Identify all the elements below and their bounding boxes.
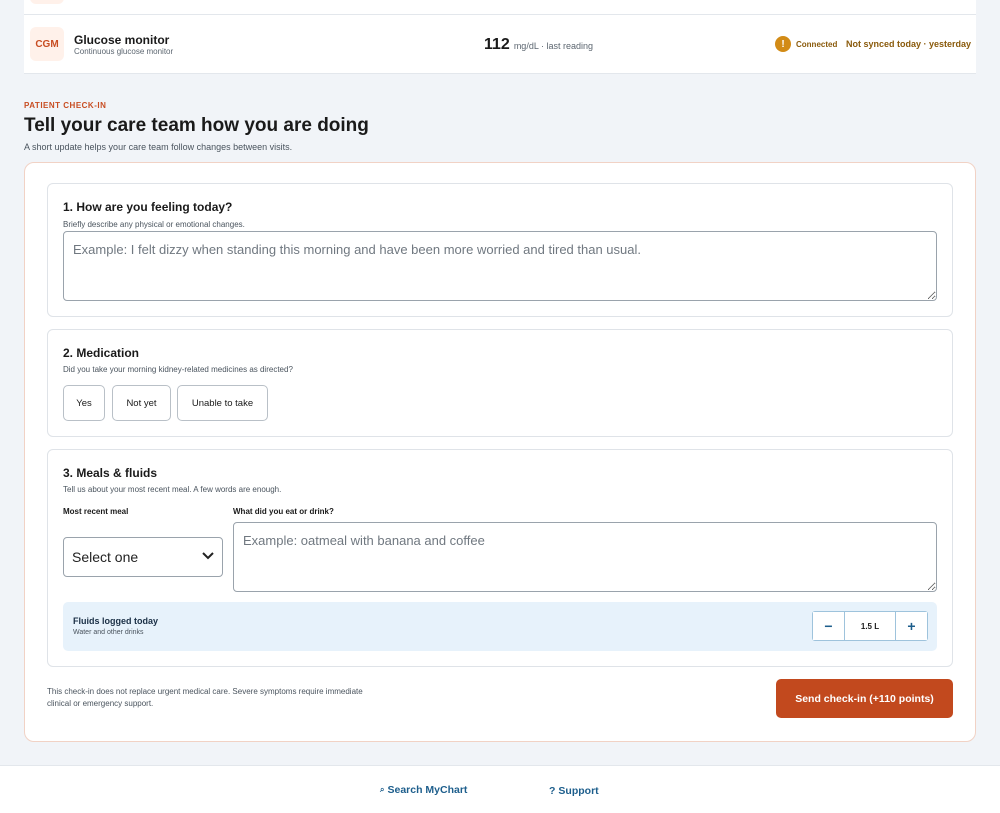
section-eyebrow: PATIENT CHECK-IN xyxy=(24,101,107,110)
meal-select-label: Most recent meal xyxy=(63,507,129,516)
search-link-label: Search MyChart xyxy=(387,784,468,796)
fluids-subtitle: Water and other drinks xyxy=(73,629,144,636)
device-strip: CGM Glucose monitor Continuous glucose m… xyxy=(24,0,976,74)
medication-section: 2. Medication Did you take your morning … xyxy=(47,329,953,437)
help-icon: ? xyxy=(549,785,556,797)
eat-input-label: What did you eat or drink? xyxy=(233,507,334,516)
fluids-panel: Fluids logged today Water and other drin… xyxy=(63,602,937,651)
previous-device-row xyxy=(24,0,976,15)
warning-icon: ! xyxy=(775,36,791,52)
meal-description-input[interactable] xyxy=(233,522,937,592)
meal-select[interactable]: Select one xyxy=(63,537,223,577)
page-subtitle: A short update helps your care team foll… xyxy=(24,142,293,152)
medication-question: Did you take your morning kidney-related… xyxy=(63,365,293,374)
glucose-reading: 112 mg/dL · last reading xyxy=(484,36,593,54)
support-link[interactable]: ? Support xyxy=(549,785,599,797)
cgm-badge: CGM xyxy=(30,27,64,61)
footer: ⌕ Search MyChart ? Support xyxy=(0,765,1000,813)
medication-title: 2. Medication xyxy=(63,346,140,360)
fluids-stepper: − 1.5 L + xyxy=(812,611,928,641)
fluids-decrement-button[interactable]: − xyxy=(813,612,844,640)
reading-unit: mg/dL · last reading xyxy=(513,41,594,51)
meal-select-value: Select one xyxy=(72,549,139,565)
meals-help: Tell us about your most recent meal. A f… xyxy=(63,485,282,494)
meals-title: 3. Meals & fluids xyxy=(63,466,158,480)
feeling-help: Briefly describe any physical or emotion… xyxy=(63,220,245,229)
search-icon: ⌕ xyxy=(380,785,385,794)
fluids-value: 1.5 L xyxy=(844,612,896,640)
medication-yes-button[interactable]: Yes xyxy=(63,385,105,421)
medication-unable-button[interactable]: Unable to take xyxy=(177,385,268,421)
search-mychart-link[interactable]: ⌕ Search MyChart xyxy=(380,784,467,796)
medication-not-yet-button[interactable]: Not yet xyxy=(112,385,171,421)
device-subtitle: Continuous glucose monitor xyxy=(74,47,174,56)
fluids-title: Fluids logged today xyxy=(73,616,158,626)
sync-status: Not synced today · yesterday xyxy=(845,39,971,49)
chevron-down-icon xyxy=(202,551,214,563)
feeling-section: 1. How are you feeling today? Briefly de… xyxy=(47,183,953,317)
check-in-card: 1. How are you feeling today? Briefly de… xyxy=(24,162,976,742)
page-title: Tell your care team how you are doing xyxy=(24,115,369,136)
send-check-in-button[interactable]: Send check-in (+110 points) xyxy=(776,679,953,718)
previous-device-badge xyxy=(30,0,64,4)
device-name: Glucose monitor xyxy=(74,33,170,47)
disclaimer-text: This check-in does not replace urgent me… xyxy=(47,687,363,708)
reading-value: 112 xyxy=(484,36,510,53)
connection-label: Connected xyxy=(796,39,838,49)
feeling-title: 1. How are you feeling today? xyxy=(63,200,233,214)
feeling-input[interactable] xyxy=(63,231,937,301)
support-link-label: Support xyxy=(558,785,599,797)
connection-status: ! Connected xyxy=(775,36,837,52)
fluids-increment-button[interactable]: + xyxy=(896,612,927,640)
meals-section: 3. Meals & fluids Tell us about your mos… xyxy=(47,449,953,667)
